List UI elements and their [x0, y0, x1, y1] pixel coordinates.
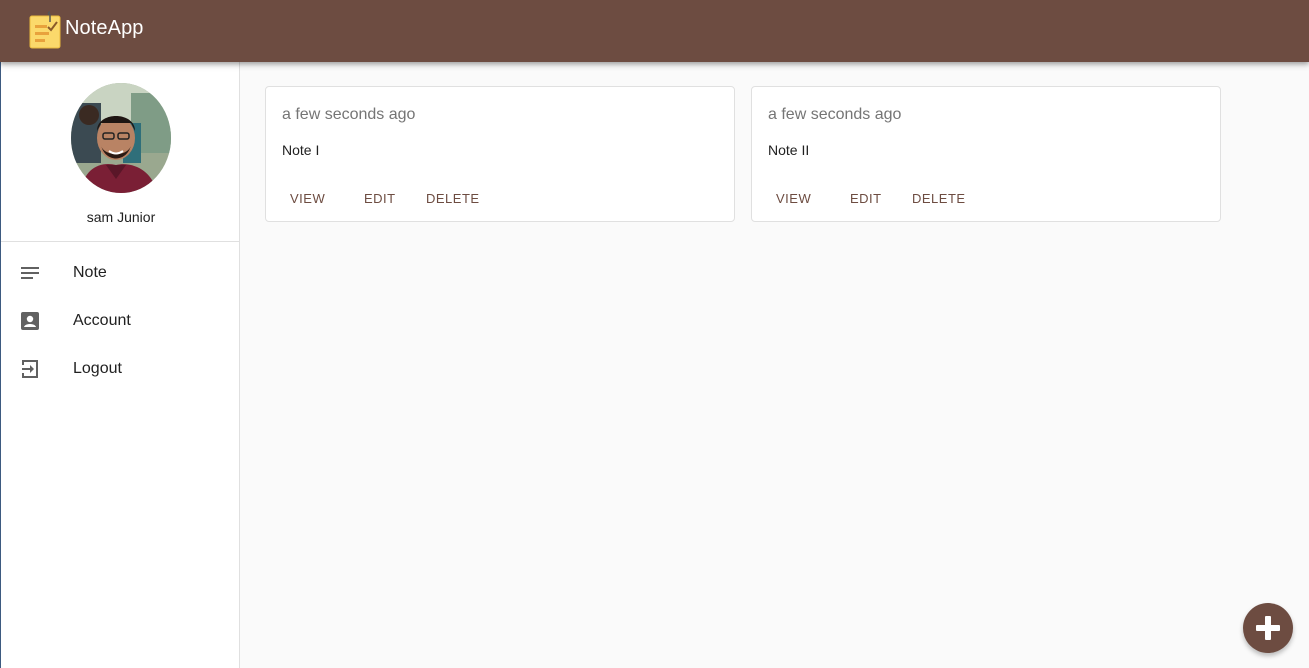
notes-lines-icon — [19, 261, 43, 285]
drawer-divider — [1, 241, 240, 242]
delete-button[interactable]: DELETE — [904, 183, 974, 213]
note-title: Note I — [282, 142, 320, 158]
nav-item-note[interactable]: Note — [1, 249, 240, 297]
profile-name: sam Junior — [86, 209, 156, 225]
logout-icon — [19, 357, 43, 381]
note-title: Note II — [768, 142, 810, 158]
plus-icon — [1243, 616, 1293, 657]
sticky-note-icon — [28, 10, 62, 50]
nav-item-label: Account — [73, 312, 131, 329]
view-button[interactable]: VIEW — [768, 183, 819, 213]
nav-item-label: Logout — [73, 360, 122, 377]
edit-button[interactable]: EDIT — [842, 183, 890, 213]
avatar — [71, 83, 171, 193]
nav-drawer: sam Junior Note Account Logout — [0, 62, 240, 668]
note-timestamp: a few seconds ago — [282, 106, 416, 123]
add-note-button[interactable] — [1243, 603, 1293, 653]
nav-item-account[interactable]: Account — [1, 297, 240, 345]
note-card: a few seconds ago Note II VIEW EDIT DELE… — [751, 86, 1221, 222]
edit-button[interactable]: EDIT — [356, 183, 404, 213]
nav-item-logout[interactable]: Logout — [1, 345, 240, 393]
nav-item-label: Note — [73, 264, 107, 281]
delete-button[interactable]: DELETE — [418, 183, 488, 213]
account-box-icon — [19, 309, 43, 333]
note-card: a few seconds ago Note I VIEW EDIT DELET… — [265, 86, 735, 222]
view-button[interactable]: VIEW — [282, 183, 333, 213]
app-title: NoteApp — [65, 17, 144, 39]
app-bar: NoteApp — [0, 0, 1309, 62]
note-timestamp: a few seconds ago — [768, 106, 902, 123]
